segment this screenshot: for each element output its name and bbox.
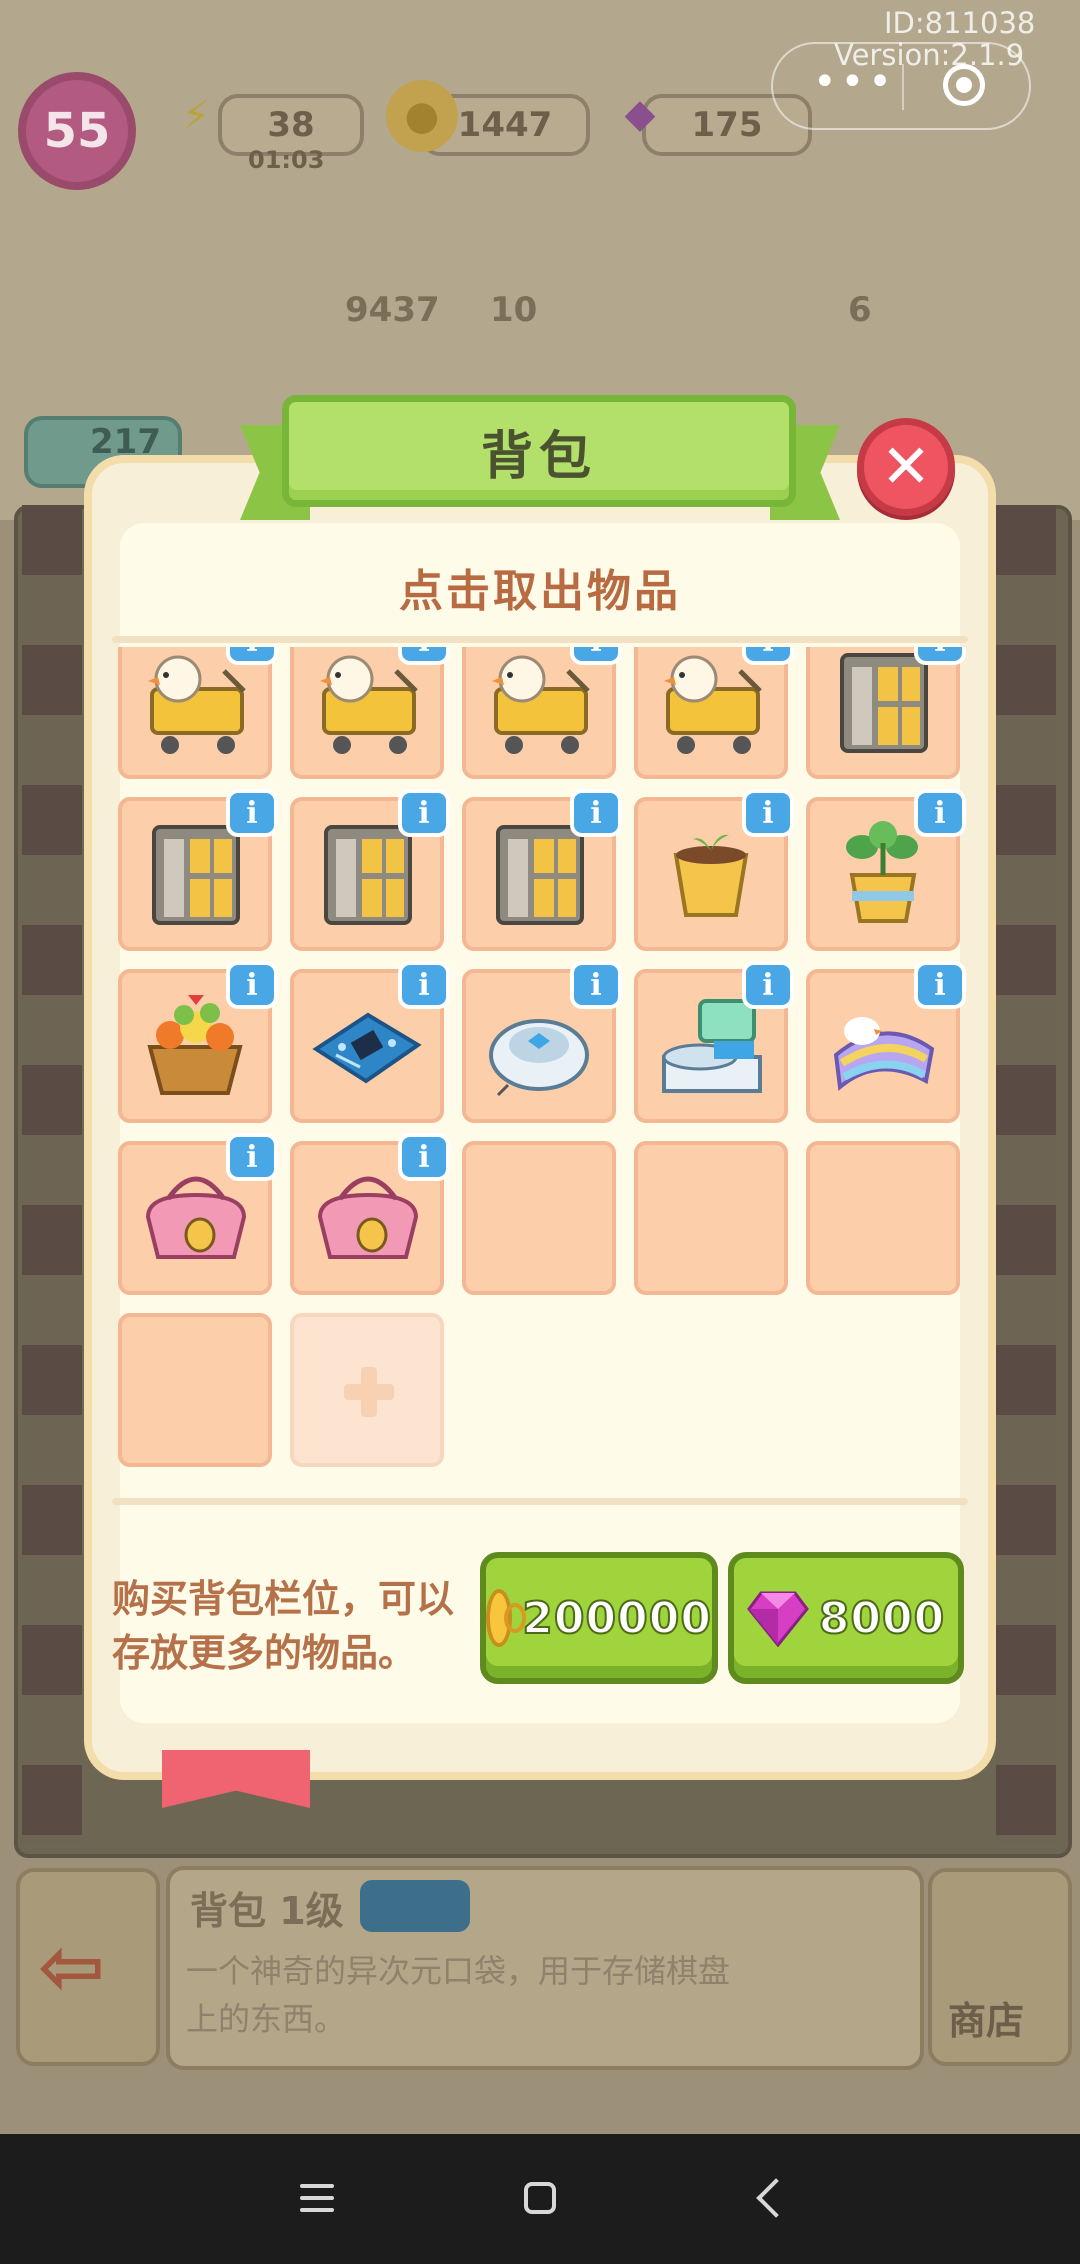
info-icon[interactable]: i — [570, 789, 622, 837]
backpack-slot[interactable]: i — [118, 789, 278, 951]
backpack-slot[interactable]: i — [634, 961, 794, 1123]
empty-slot[interactable] — [806, 1141, 960, 1295]
backpack-slot[interactable]: i — [290, 789, 450, 951]
backpack-slot[interactable]: i — [290, 647, 450, 779]
backpack-slot[interactable]: i — [462, 647, 622, 779]
title-ribbon: 背包 — [282, 395, 796, 507]
exit-icon: ⇦ — [38, 1920, 106, 2013]
backpack-slot[interactable]: i — [462, 789, 622, 951]
info-icon[interactable]: i — [226, 1133, 278, 1181]
gem-price: 8000 — [818, 1592, 946, 1645]
exit-target-icon[interactable] — [943, 64, 985, 106]
backpack-slot[interactable]: i — [806, 961, 966, 1123]
coin-icon — [486, 1589, 527, 1647]
info-icon[interactable]: i — [914, 789, 966, 837]
info-icon[interactable]: i — [398, 647, 450, 665]
shop-label: 商店 — [948, 1999, 1025, 2043]
backpack-grid[interactable]: i i i i i i i i i i i i i i i i i — [112, 647, 968, 1487]
info-icon[interactable]: i — [398, 789, 450, 837]
info-icon[interactable]: i — [742, 961, 794, 1009]
info-icon[interactable]: i — [742, 789, 794, 837]
miniprogram-capsule: ••• — [771, 42, 1031, 130]
item-title: 背包 1级 — [190, 1889, 344, 1933]
backpack-subtitle: 点击取出物品 — [399, 566, 681, 617]
backpack-slot[interactable]: i — [290, 1133, 450, 1295]
info-icon[interactable]: i — [226, 961, 278, 1009]
info-icon[interactable]: i — [914, 647, 966, 665]
gem-icon[interactable]: ◆ — [604, 78, 676, 150]
backpack-slot[interactable]: i — [118, 1133, 278, 1295]
stars-a-text: 10 — [490, 290, 538, 330]
coin-icon[interactable]: ● — [386, 80, 458, 152]
info-icon[interactable]: i — [226, 789, 278, 837]
energy-timer: 01:03 — [248, 146, 325, 174]
bottom-divider — [112, 1498, 968, 1505]
item-desc-line1: 一个神奇的异次元口袋，用于存储棋盘 — [186, 1952, 731, 1990]
backpack-slot[interactable]: i — [634, 789, 794, 951]
more-icon[interactable]: ••• — [813, 62, 896, 102]
item-info-icon[interactable] — [360, 1880, 470, 1932]
item-desc-line2: 上的东西。 — [186, 2000, 347, 2038]
top-divider — [112, 636, 968, 643]
empty-slot[interactable] — [118, 1313, 272, 1467]
energy-bolt-icon[interactable]: ⚡ — [160, 80, 232, 152]
capsule-divider — [902, 64, 904, 110]
backpack-title: 背包 — [480, 426, 597, 487]
board-strip-right — [996, 505, 1056, 1845]
buy-slot-gems-button[interactable]: 8000 — [728, 1552, 964, 1684]
info-icon[interactable]: i — [570, 647, 622, 665]
user-id-label: ID:811038 — [884, 6, 1036, 40]
close-button[interactable]: ✕ — [857, 418, 955, 516]
buy-slot-coins-button[interactable]: 200000 — [480, 1552, 718, 1684]
backpack-slot[interactable]: i — [634, 647, 794, 779]
plus-icon — [344, 1367, 394, 1417]
info-icon[interactable]: i — [570, 961, 622, 1009]
backpack-slot[interactable]: i — [118, 961, 278, 1123]
coin-price: 200000 — [521, 1592, 712, 1645]
info-icon[interactable]: i — [398, 1133, 450, 1181]
stars-b-text: 6 — [848, 290, 872, 330]
backpack-slot[interactable]: i — [462, 961, 622, 1123]
backpack-slot[interactable]: i — [118, 647, 278, 779]
info-icon[interactable]: i — [742, 647, 794, 665]
backpack-slot[interactable]: i — [290, 961, 450, 1123]
recent-apps-icon[interactable] — [300, 2184, 334, 2212]
gem-icon — [746, 1591, 809, 1647]
score-text: 9437 — [345, 290, 440, 330]
info-icon[interactable]: i — [226, 647, 278, 665]
info-icon[interactable]: i — [398, 961, 450, 1009]
player-level-badge: 55 — [18, 72, 136, 190]
home-icon[interactable] — [524, 2182, 556, 2214]
buy-slot-description: 购买背包栏位，可以存放更多的物品。 — [112, 1577, 455, 1675]
add-slot-button[interactable] — [290, 1313, 444, 1467]
empty-slot[interactable] — [634, 1141, 788, 1295]
board-strip-left — [22, 505, 82, 1845]
close-icon: ✕ — [880, 432, 932, 502]
backpack-slot[interactable]: i — [806, 789, 966, 951]
empty-slot[interactable] — [462, 1141, 616, 1295]
info-icon[interactable]: i — [914, 961, 966, 1009]
backpack-slot[interactable]: i — [806, 647, 966, 779]
